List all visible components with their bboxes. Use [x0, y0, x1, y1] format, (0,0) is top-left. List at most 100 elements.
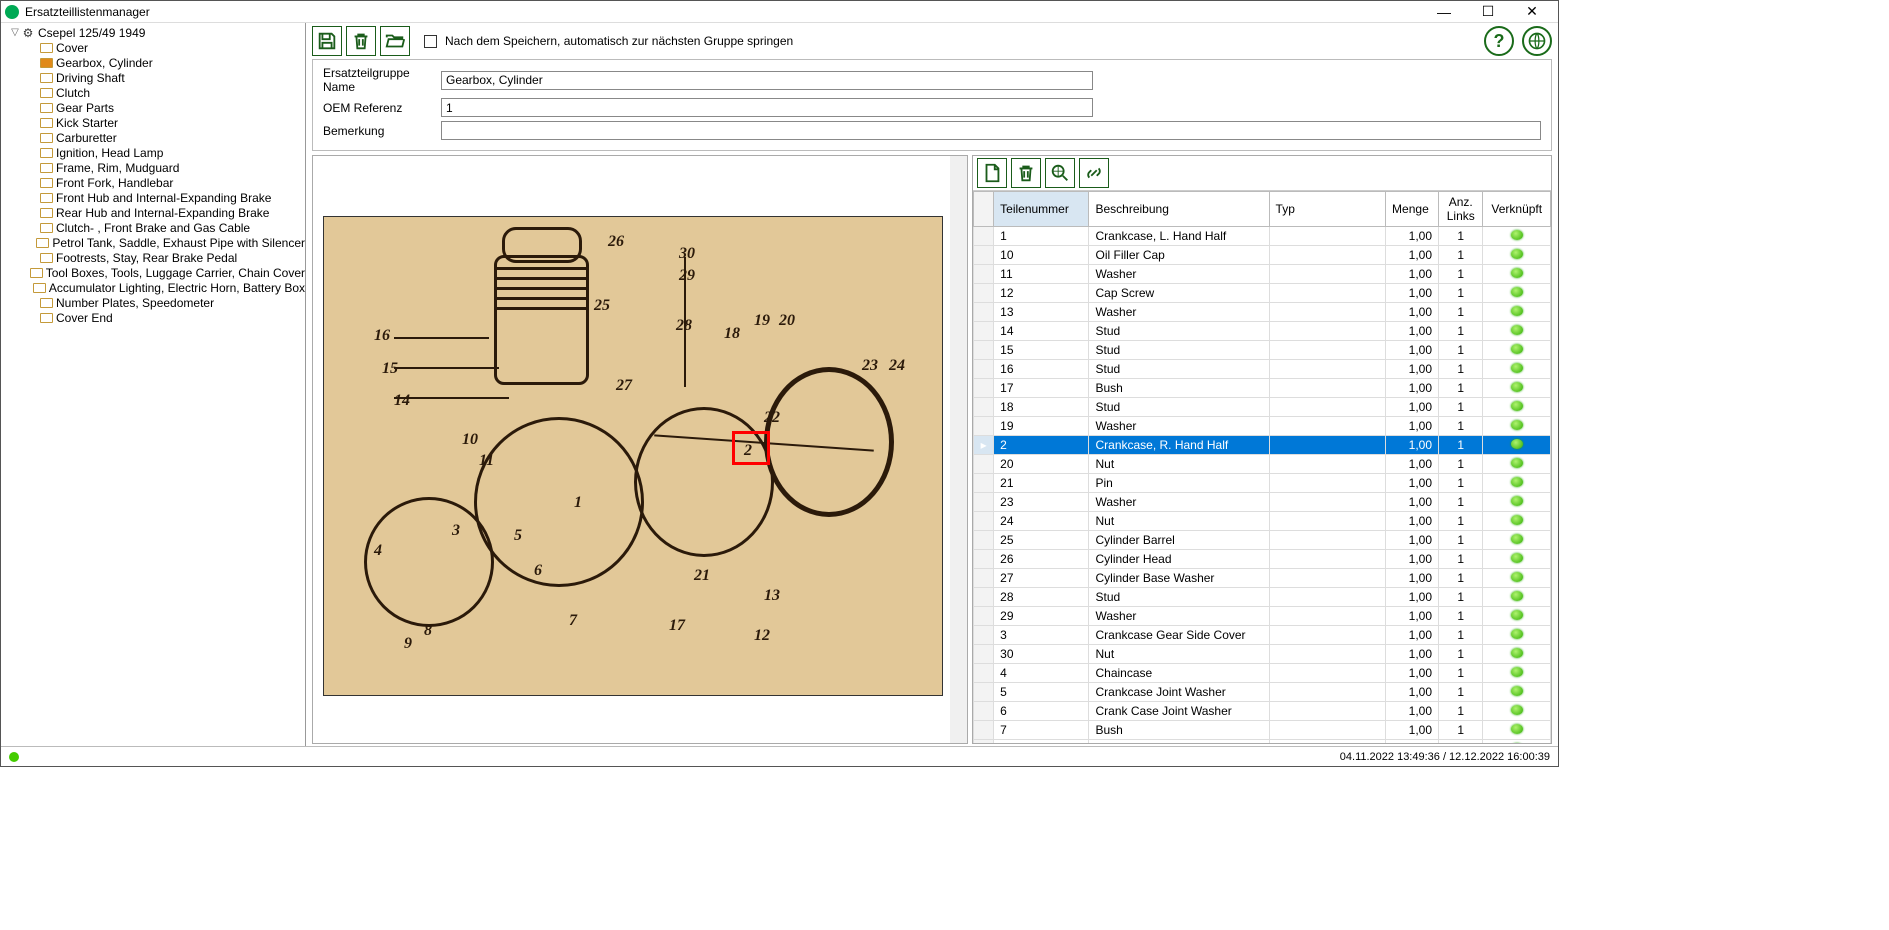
cell-linked[interactable]	[1483, 645, 1551, 664]
cell-desc[interactable]: Crankcase Gear Side Cover	[1089, 626, 1269, 645]
tree-item[interactable]: Front Hub and Internal-Expanding Brake	[23, 190, 305, 205]
cell-type[interactable]	[1269, 550, 1386, 569]
table-row[interactable]: 5 Crankcase Joint Washer 1,00 1	[974, 683, 1551, 702]
tree-item[interactable]: Tool Boxes, Tools, Luggage Carrier, Chai…	[23, 265, 305, 280]
cell-links[interactable]: 1	[1439, 683, 1483, 702]
table-row[interactable]: 28 Stud 1,00 1	[974, 588, 1551, 607]
cell-links[interactable]: 1	[1439, 569, 1483, 588]
cell-type[interactable]	[1269, 683, 1386, 702]
cell-type[interactable]	[1269, 702, 1386, 721]
note-input[interactable]	[441, 121, 1541, 140]
cell-type[interactable]	[1269, 569, 1386, 588]
tree-item[interactable]: Ignition, Head Lamp	[23, 145, 305, 160]
table-row[interactable]: 1 Crankcase, L. Hand Half 1,00 1	[974, 227, 1551, 246]
cell-linked[interactable]	[1483, 493, 1551, 512]
cell-qty[interactable]: 1,00	[1386, 721, 1439, 740]
help-button[interactable]: ?	[1484, 26, 1514, 56]
cell-type[interactable]	[1269, 474, 1386, 493]
cell-links[interactable]: 1	[1439, 512, 1483, 531]
table-row[interactable]: 19 Washer 1,00 1	[974, 417, 1551, 436]
cell-qty[interactable]: 1,00	[1386, 493, 1439, 512]
cell-linked[interactable]	[1483, 588, 1551, 607]
cell-linked[interactable]	[1483, 721, 1551, 740]
cell-type[interactable]	[1269, 664, 1386, 683]
table-row[interactable]: 10 Oil Filler Cap 1,00 1	[974, 246, 1551, 265]
table-row[interactable]: 21 Pin 1,00 1	[974, 474, 1551, 493]
cell-type[interactable]	[1269, 246, 1386, 265]
cell-num[interactable]: 20	[994, 455, 1089, 474]
cell-qty[interactable]: 1,00	[1386, 436, 1439, 455]
cell-links[interactable]: 1	[1439, 265, 1483, 284]
cell-links[interactable]: 1	[1439, 626, 1483, 645]
cell-qty[interactable]: 1,00	[1386, 322, 1439, 341]
new-part-button[interactable]	[977, 158, 1007, 188]
cell-linked[interactable]	[1483, 265, 1551, 284]
table-row[interactable]: ▸ 2 Crankcase, R. Hand Half 1,00 1	[974, 436, 1551, 455]
cell-links[interactable]: 1	[1439, 493, 1483, 512]
cell-num[interactable]: 7	[994, 721, 1089, 740]
cell-desc[interactable]: Cap Screw	[1089, 284, 1269, 303]
cell-num[interactable]: 25	[994, 531, 1089, 550]
cell-desc[interactable]: Nut	[1089, 645, 1269, 664]
close-button[interactable]: ✕	[1510, 2, 1554, 22]
cell-type[interactable]	[1269, 284, 1386, 303]
cell-type[interactable]	[1269, 455, 1386, 474]
cell-desc[interactable]: Bush	[1089, 721, 1269, 740]
cell-desc[interactable]: Cylinder Base Washer	[1089, 569, 1269, 588]
cell-qty[interactable]: 1,00	[1386, 284, 1439, 303]
cell-qty[interactable]: 1,00	[1386, 740, 1439, 744]
cell-qty[interactable]: 1,00	[1386, 683, 1439, 702]
cell-links[interactable]: 1	[1439, 645, 1483, 664]
col-verknuepft[interactable]: Verknüpft	[1483, 192, 1551, 227]
tree-item[interactable]: Carburetter	[23, 130, 305, 145]
cell-type[interactable]	[1269, 645, 1386, 664]
cell-qty[interactable]: 1,00	[1386, 417, 1439, 436]
cell-links[interactable]: 1	[1439, 436, 1483, 455]
delete-part-button[interactable]	[1011, 158, 1041, 188]
cell-linked[interactable]	[1483, 664, 1551, 683]
cell-num[interactable]: 30	[994, 645, 1089, 664]
cell-num[interactable]: 14	[994, 322, 1089, 341]
cell-type[interactable]	[1269, 379, 1386, 398]
cell-qty[interactable]: 1,00	[1386, 341, 1439, 360]
minimize-button[interactable]: —	[1422, 2, 1466, 22]
cell-desc[interactable]: Crankcase Joint Washer	[1089, 683, 1269, 702]
cell-qty[interactable]: 1,00	[1386, 246, 1439, 265]
cell-qty[interactable]: 1,00	[1386, 379, 1439, 398]
cell-links[interactable]: 1	[1439, 474, 1483, 493]
table-row[interactable]: 6 Crank Case Joint Washer 1,00 1	[974, 702, 1551, 721]
tree-item[interactable]: Gearbox, Cylinder	[23, 55, 305, 70]
cell-qty[interactable]: 1,00	[1386, 588, 1439, 607]
tree-item[interactable]: Clutch- , Front Brake and Gas Cable	[23, 220, 305, 235]
cell-num[interactable]: 28	[994, 588, 1089, 607]
cell-qty[interactable]: 1,00	[1386, 455, 1439, 474]
cell-linked[interactable]	[1483, 436, 1551, 455]
cell-desc[interactable]: Pin	[1089, 474, 1269, 493]
cell-links[interactable]: 1	[1439, 417, 1483, 436]
tree-item[interactable]: Footrests, Stay, Rear Brake Pedal	[23, 250, 305, 265]
table-row[interactable]: 17 Bush 1,00 1	[974, 379, 1551, 398]
cell-links[interactable]: 1	[1439, 246, 1483, 265]
cell-desc[interactable]: Bush	[1089, 379, 1269, 398]
cell-num[interactable]: 11	[994, 265, 1089, 284]
cell-desc[interactable]: Washer	[1089, 303, 1269, 322]
delete-button[interactable]	[346, 26, 376, 56]
cell-linked[interactable]	[1483, 398, 1551, 417]
table-row[interactable]: 18 Stud 1,00 1	[974, 398, 1551, 417]
cell-desc[interactable]: Stud	[1089, 588, 1269, 607]
cell-linked[interactable]	[1483, 531, 1551, 550]
cell-linked[interactable]	[1483, 227, 1551, 246]
table-row[interactable]: 7 Bush 1,00 1	[974, 721, 1551, 740]
cell-num[interactable]: 5	[994, 683, 1089, 702]
table-row[interactable]: 14 Stud 1,00 1	[974, 322, 1551, 341]
cell-qty[interactable]: 1,00	[1386, 550, 1439, 569]
auto-next-checkbox[interactable]	[424, 35, 437, 48]
cell-type[interactable]	[1269, 740, 1386, 744]
cell-type[interactable]	[1269, 341, 1386, 360]
cell-qty[interactable]: 1,00	[1386, 512, 1439, 531]
cell-qty[interactable]: 1,00	[1386, 398, 1439, 417]
cell-type[interactable]	[1269, 303, 1386, 322]
cell-links[interactable]: 1	[1439, 284, 1483, 303]
cell-qty[interactable]: 1,00	[1386, 303, 1439, 322]
cell-type[interactable]	[1269, 607, 1386, 626]
